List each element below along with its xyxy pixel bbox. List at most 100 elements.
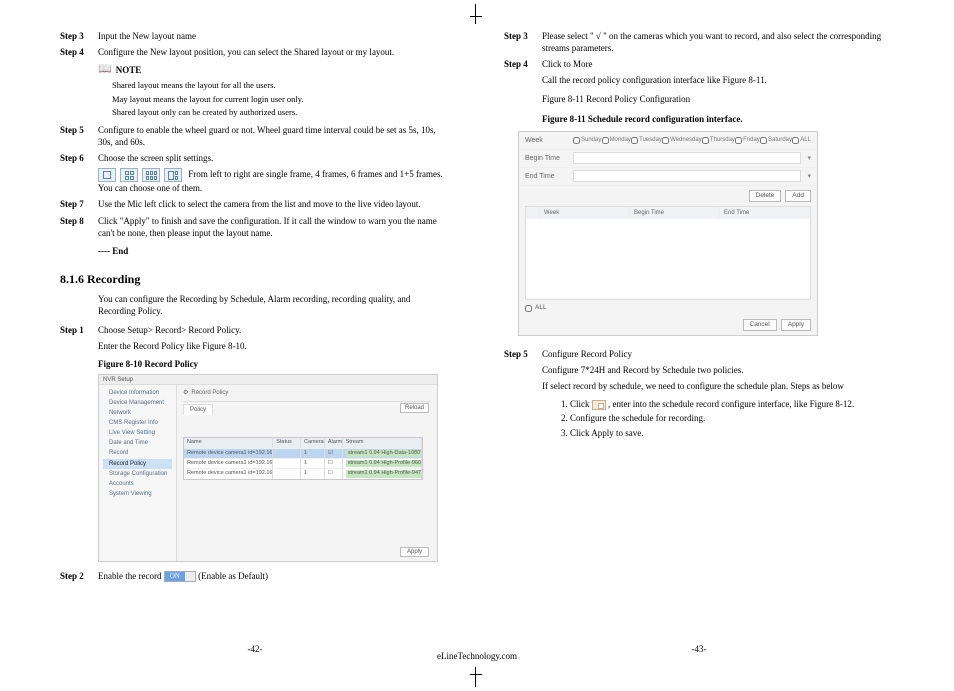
- reload-button[interactable]: Reload: [400, 403, 429, 413]
- page-left: Step 3 Input the New layout name Step 4 …: [60, 30, 450, 655]
- step-label: Step 5: [504, 348, 542, 392]
- grid-col: Begin Time: [630, 207, 720, 219]
- step-text: Choose Setup> Record> Record Policy.: [98, 324, 450, 336]
- table-row[interactable]: Remote device camera1 id=192.168.0.135 1…: [184, 468, 422, 478]
- step-4: Step 4 Configure the New layout position…: [60, 46, 450, 58]
- nav-item[interactable]: CMS Register Info: [103, 418, 172, 428]
- end-time-row[interactable]: End Time ▾: [519, 168, 817, 186]
- section-title: 8.1.6 Recording: [60, 271, 450, 287]
- day-check[interactable]: ALL: [792, 136, 811, 144]
- step-text: Configure 7*24H and Record by Schedule t…: [542, 364, 894, 376]
- day-check[interactable]: Thursday: [702, 136, 735, 144]
- step-label: Step 6: [60, 152, 98, 164]
- step-text: Configure Record Policy: [542, 348, 894, 360]
- nav-item[interactable]: Live View Setting: [103, 428, 172, 438]
- delete-button[interactable]: Delete: [749, 190, 782, 202]
- schedule-icon[interactable]: [592, 400, 606, 410]
- nav-tree[interactable]: Device Information Device Management Net…: [99, 385, 177, 561]
- note-block: 📖 NOTE Shared layout means the layout fo…: [98, 62, 450, 120]
- step-text: Enter the Record Policy like Figure 8-10…: [98, 340, 450, 352]
- split-6-icon[interactable]: [142, 168, 160, 182]
- step-text: If select record by schedule, we need to…: [542, 380, 894, 392]
- policy-table: Name Status Cameras Alarm Stream Remote …: [183, 437, 423, 480]
- nav-item[interactable]: System Viewing: [103, 489, 172, 499]
- center-footer: eLineTechnology.com: [0, 651, 954, 661]
- schedule-config-screenshot: Week Sunday Monday Tuesday Wednesday Thu…: [518, 131, 818, 336]
- split-1-icon[interactable]: [98, 168, 116, 182]
- section-intro: You can configure the Recording by Sched…: [98, 293, 450, 317]
- record-toggle[interactable]: ON: [164, 571, 196, 582]
- chevron-down-icon: ▾: [807, 172, 811, 181]
- step-label: Step 3: [504, 30, 542, 54]
- figure-caption: Figure 8-11 Schedule record configuratio…: [542, 113, 894, 125]
- table-row[interactable]: Remote device camera1 id=192.168.0.135 1…: [184, 458, 422, 468]
- day-check[interactable]: Monday: [602, 136, 631, 144]
- step-label: Step 5: [60, 124, 98, 148]
- step-text: Click to More: [542, 58, 894, 70]
- step-body: Configure to enable the wheel guard or n…: [98, 124, 450, 148]
- book-icon: 📖: [98, 62, 112, 77]
- begin-time-row[interactable]: Begin Time ▾: [519, 150, 817, 168]
- rec-step-1: Step 1 Choose Setup> Record> Record Poli…: [60, 324, 450, 352]
- step-text: Enable the record: [98, 571, 161, 581]
- nav-item[interactable]: Device Management: [103, 398, 172, 408]
- step-label: Step 7: [60, 198, 98, 210]
- day-check[interactable]: Wednesday: [662, 136, 702, 144]
- schedule-grid: Week Begin Time End Time: [525, 206, 811, 300]
- nav-item-selected[interactable]: Record Policy: [103, 459, 172, 469]
- figure-8-10: Figure 8-10 Record Policy NVR Setup Devi…: [98, 358, 450, 562]
- step-label: Step 8: [60, 215, 98, 239]
- all-check[interactable]: ALL: [519, 302, 817, 315]
- day-check[interactable]: Tuesday: [631, 136, 662, 144]
- grid-col: End Time: [720, 207, 810, 219]
- ordered-steps: Click , enter into the schedule record c…: [558, 398, 894, 438]
- step-body: Configure the New layout position, you c…: [98, 46, 450, 58]
- end-label: End Time: [525, 172, 569, 181]
- step-body: Click "Apply" to finish and save the con…: [98, 215, 450, 239]
- split-row: From left to right are single frame, 4 f…: [98, 168, 450, 194]
- toggle-on: ON: [165, 572, 185, 581]
- col-alarm: Alarm: [325, 438, 343, 447]
- step-6: Step 6 Choose the screen split settings.: [60, 152, 450, 164]
- day-check[interactable]: Friday: [735, 136, 760, 144]
- step-3: Step 3 Input the New layout name: [60, 30, 450, 42]
- toggle-off: [185, 572, 195, 581]
- nav-item[interactable]: Accounts: [103, 479, 172, 489]
- list-item: Click , enter into the schedule record c…: [570, 398, 894, 410]
- step-body: Please select " √ " on the cameras which…: [542, 30, 894, 54]
- day-check[interactable]: Saturday: [760, 136, 792, 144]
- end-marker: ---- End: [98, 245, 450, 257]
- table-row[interactable]: Remote device camera1 id=192.168.0.113 1…: [184, 448, 422, 458]
- week-label: Week: [525, 136, 569, 145]
- main-panel: ⚙Record Policy Policy Reload Name Status…: [177, 385, 437, 561]
- list-item: Configure the schedule for recording.: [570, 412, 894, 424]
- step-label: Step 3: [60, 30, 98, 42]
- nav-item[interactable]: Device Information: [103, 388, 172, 398]
- panel-title: Record Policy: [191, 389, 228, 397]
- nav-item[interactable]: Storage Configuration: [103, 469, 172, 479]
- apply-button[interactable]: Apply: [400, 547, 429, 557]
- split-4-icon[interactable]: [120, 168, 138, 182]
- step-3r: Step 3 Please select " √ " on the camera…: [504, 30, 894, 54]
- nav-item[interactable]: Date and Time: [103, 438, 172, 448]
- step-body: Input the New layout name: [98, 30, 450, 42]
- step-text: (Enable as Default): [198, 571, 268, 581]
- split-1p5-icon[interactable]: [164, 168, 182, 182]
- col-name: Name: [184, 438, 273, 447]
- figure-8-11: Week Sunday Monday Tuesday Wednesday Thu…: [518, 131, 894, 336]
- note-line: Shared layout only can be created by aut…: [112, 106, 450, 120]
- nav-item[interactable]: Record: [103, 448, 172, 458]
- figure-caption: Figure 8-10 Record Policy: [98, 358, 450, 370]
- step-label: Step 1: [60, 324, 98, 352]
- step-8: Step 8 Click "Apply" to finish and save …: [60, 215, 450, 239]
- apply-button[interactable]: Apply: [781, 319, 811, 331]
- col-status: Status: [273, 438, 301, 447]
- cancel-button[interactable]: Cancel: [743, 319, 777, 331]
- chevron-down-icon: ▾: [807, 154, 811, 163]
- step-5: Step 5 Configure to enable the wheel gua…: [60, 124, 450, 148]
- rec-step-2: Step 2 Enable the record ON (Enable as D…: [60, 570, 450, 582]
- add-button[interactable]: Add: [785, 190, 811, 202]
- policy-tab[interactable]: Policy: [183, 404, 213, 415]
- nav-item[interactable]: Network: [103, 408, 172, 418]
- day-check[interactable]: Sunday: [573, 136, 601, 144]
